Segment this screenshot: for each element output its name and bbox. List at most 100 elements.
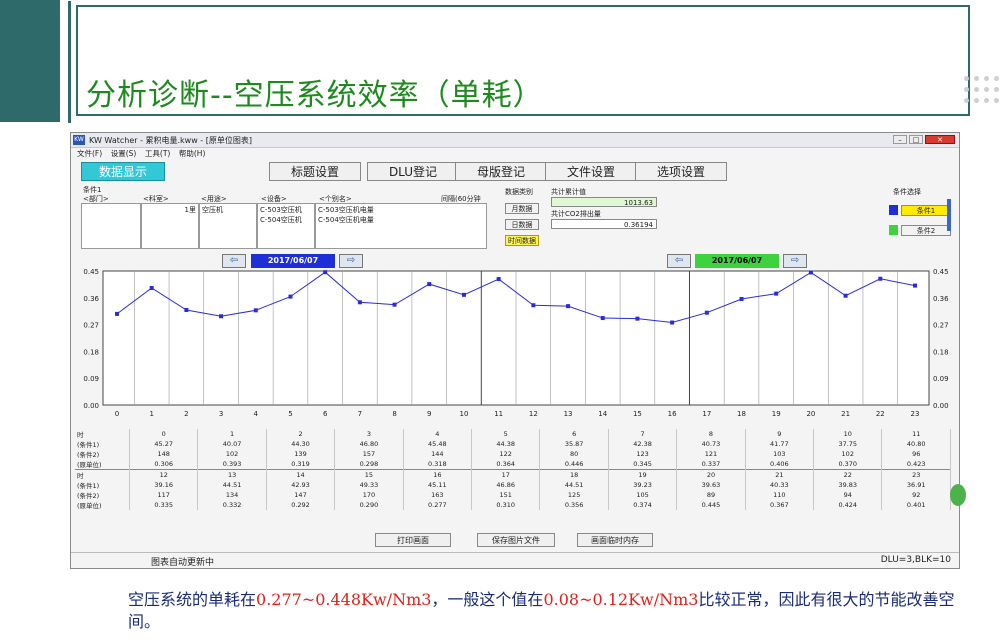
next-day-right-button[interactable]: ⇨ (783, 254, 807, 268)
table-cell: 9 (745, 429, 815, 439)
data-display-button[interactable]: 数据显示 (81, 162, 165, 181)
x-tick-label: 6 (323, 410, 328, 418)
name-item[interactable]: C-503空压机电量 (318, 205, 484, 215)
table-cell: 46.86 (471, 480, 541, 490)
table-cell: 0.277 (403, 500, 473, 510)
section-listbox[interactable]: 1里 (141, 203, 199, 249)
device-item[interactable]: C-503空压机 (260, 205, 312, 215)
row-label: (条件1) (75, 480, 130, 490)
condition2-button[interactable]: 条件2 (901, 225, 951, 236)
table-cell: 96 (881, 449, 951, 459)
table-cell: 13 (197, 469, 267, 480)
y-tick-label-right: 0.09 (933, 375, 949, 383)
table-cell: 0.298 (334, 459, 404, 470)
master-register-button[interactable]: 母版登记 (455, 162, 547, 181)
table-cell: 170 (334, 490, 404, 500)
table-cell: 21 (745, 469, 815, 480)
table-cell: 15 (334, 469, 404, 480)
scroll-indicator[interactable] (947, 199, 951, 231)
table-cell: 35.87 (539, 439, 609, 449)
footnote-text: 空压系统的单耗在 (128, 590, 257, 609)
data-point (739, 296, 744, 301)
prev-day-left-button[interactable]: ⇦ (222, 254, 246, 268)
table-cell: 45.11 (403, 480, 473, 490)
y-tick-label-right: 0.18 (933, 348, 949, 356)
save-image-button[interactable]: 保存图片文件 (477, 533, 555, 547)
monthly-data-button[interactable]: 月数据 (505, 203, 539, 214)
dlu-register-button[interactable]: DLU登记 (367, 162, 459, 181)
table-cell: 157 (334, 449, 404, 459)
table-cell: 18 (539, 469, 609, 480)
hourly-data-button[interactable]: 时间数据 (505, 235, 539, 246)
option-settings-button[interactable]: 选项设置 (635, 162, 727, 181)
next-day-left-button[interactable]: ⇨ (339, 254, 363, 268)
condition1-button[interactable]: 条件1 (901, 205, 951, 216)
file-settings-button[interactable]: 文件设置 (545, 162, 637, 181)
usage-listbox[interactable]: 空压机 (199, 203, 257, 249)
x-tick-label: 10 (459, 410, 468, 418)
table-cell: 49.33 (334, 480, 404, 490)
condition2-row: (条件2) 148 102 139 157 144 122 80 123 121 103 102 96 (75, 449, 951, 459)
table-cell: 19 (608, 469, 678, 480)
table-cell: 0.318 (403, 459, 473, 470)
print-screen-button[interactable]: 打印画面 (375, 533, 451, 547)
x-tick-label: 16 (668, 410, 677, 418)
x-tick-label: 20 (806, 410, 815, 418)
table-cell: 0.423 (881, 459, 951, 470)
x-tick-label: 3 (219, 410, 223, 418)
minimize-icon[interactable]: – (893, 135, 907, 144)
name-item[interactable]: C-504空压机电量 (318, 215, 484, 225)
x-tick-label: 17 (702, 410, 711, 418)
table-cell: 0.393 (197, 459, 267, 470)
table-cell: 110 (745, 490, 815, 500)
table-cell: 163 (403, 490, 473, 500)
menu-settings[interactable]: 设置(S) (111, 148, 137, 159)
menu-file[interactable]: 文件(F) (77, 148, 102, 159)
table-cell: 134 (197, 490, 267, 500)
dept-listbox[interactable] (81, 203, 141, 249)
y-tick-label-right: 0.00 (933, 402, 949, 410)
table-cell: 14 (266, 469, 336, 480)
table-cell: 20 (676, 469, 746, 480)
prev-day-right-button[interactable]: ⇦ (667, 254, 691, 268)
table-cell: 40.73 (676, 439, 746, 449)
table-cell: 42.93 (266, 480, 336, 490)
row-label: (条件1) (75, 439, 130, 449)
maximize-icon[interactable]: □ (909, 135, 923, 144)
total-label: 共计累计值 (551, 188, 586, 196)
table-cell: 147 (266, 490, 336, 500)
table-cell: 144 (403, 449, 473, 459)
x-tick-label: 7 (358, 410, 362, 418)
x-tick-label: 2 (184, 410, 188, 418)
menu-help[interactable]: 帮助(H) (179, 148, 206, 159)
data-point (149, 285, 154, 290)
table-cell: 121 (676, 449, 746, 459)
table-cell: 0.319 (266, 459, 336, 470)
footnote-range-normal: 0.08~0.12Kw/Nm3 (543, 590, 699, 609)
app-window: KW KW Watcher - 累积电量.kww - [原单位图表] – □ ✕… (70, 132, 960, 569)
side-handle-icon[interactable] (950, 484, 966, 506)
x-tick-label: 5 (288, 410, 292, 418)
table-cell: 148 (129, 449, 199, 459)
table-cell: 46.80 (334, 439, 404, 449)
table-cell: 0.401 (881, 500, 951, 510)
daily-data-button[interactable]: 日数据 (505, 219, 539, 230)
condition-select-label: 条件选择 (893, 188, 921, 196)
data-type-label: 数据类别 (505, 188, 533, 196)
table-cell: 0.367 (745, 500, 815, 510)
device-listbox[interactable]: C-503空压机 C-504空压机 (257, 203, 315, 249)
date-right: 2017/06/07 (695, 254, 779, 268)
name-listbox[interactable]: C-503空压机电量 C-504空压机电量 (315, 203, 487, 249)
close-icon[interactable]: ✕ (925, 135, 955, 144)
menu-tools[interactable]: 工具(T) (145, 148, 170, 159)
table-cell: 0.424 (813, 500, 883, 510)
status-bar: 图表自动更新中 DLU=3,BLK=10 (71, 552, 959, 569)
table-cell: 42.38 (608, 439, 678, 449)
screen-memory-button[interactable]: 画面临时内存 (577, 533, 653, 547)
table-cell: 123 (608, 449, 678, 459)
device-item[interactable]: C-504空压机 (260, 215, 312, 225)
data-point (219, 314, 224, 319)
table-cell: 22 (813, 469, 883, 480)
data-point (323, 270, 328, 275)
title-settings-button[interactable]: 标题设置 (269, 162, 361, 181)
